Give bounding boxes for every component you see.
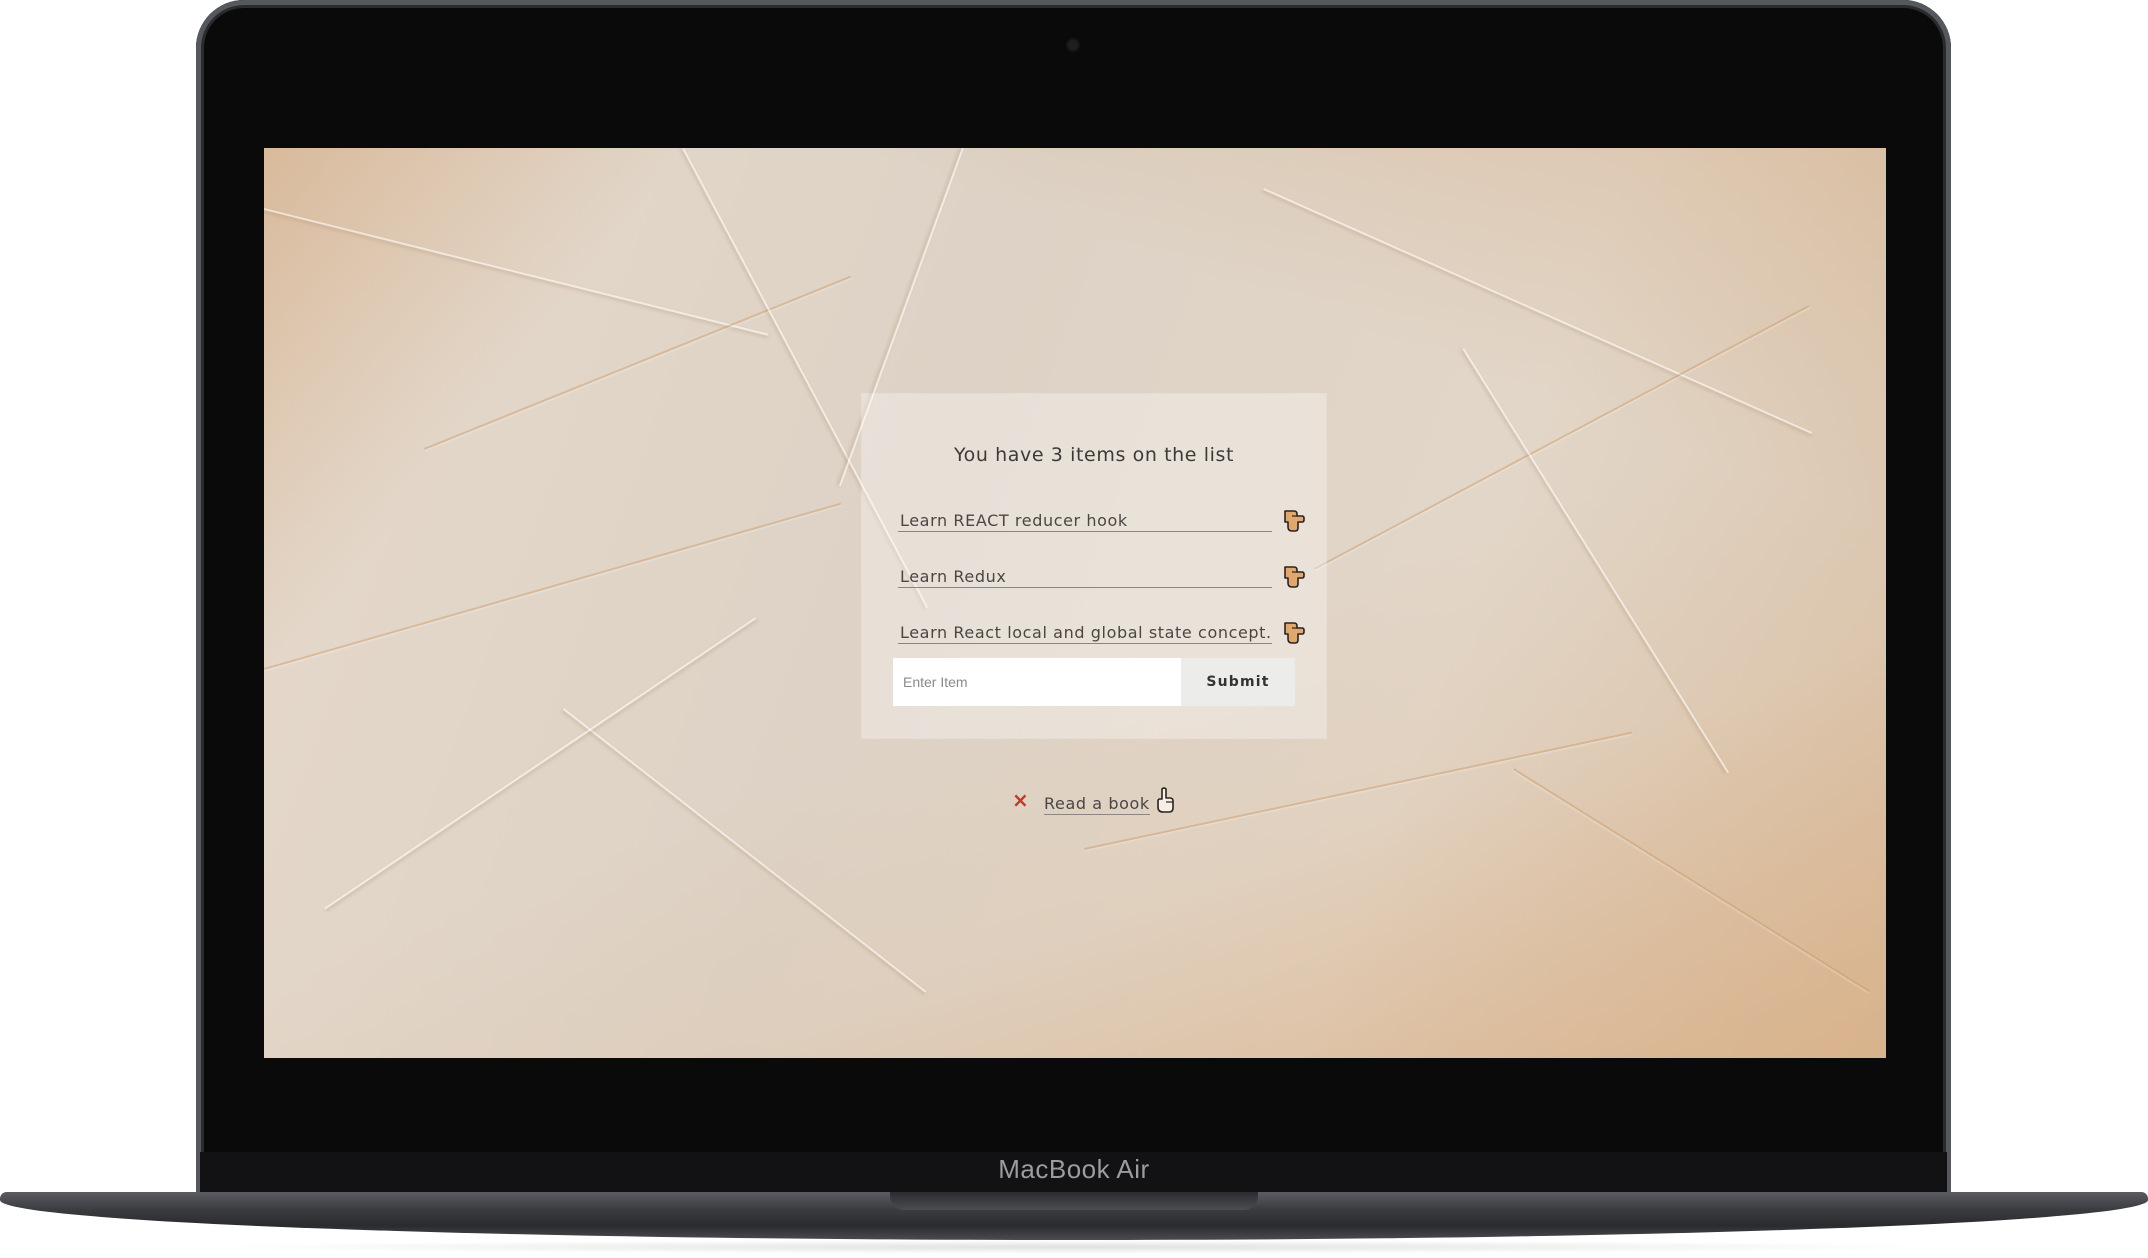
pointing-hand-icon[interactable] — [1280, 508, 1306, 534]
device-brand-label: MacBook Air — [998, 1154, 1150, 1184]
submit-button[interactable]: Submit — [1181, 658, 1295, 706]
delete-icon[interactable]: × — [1012, 788, 1029, 812]
items-count-title: You have 3 items on the list — [953, 444, 1235, 466]
list-item: Learn REACT reducer hook — [898, 503, 1272, 532]
laptop-mockup: MacBook Air You have 3 items on the list… — [0, 0, 2148, 1258]
camera-icon — [1068, 40, 1078, 50]
paper-crease — [324, 617, 757, 910]
paper-crease — [1462, 348, 1729, 774]
paper-crease — [264, 502, 842, 670]
list-item: Learn React local and global state conce… — [898, 615, 1272, 644]
item-input[interactable] — [893, 658, 1181, 706]
screen: You have 3 items on the list Learn REACT… — [264, 148, 1886, 1058]
paper-crease — [1512, 768, 1871, 993]
paper-crease — [562, 708, 927, 993]
pointing-hand-icon[interactable] — [1280, 620, 1306, 646]
list-item-label: Learn REACT reducer hook — [900, 511, 1128, 530]
list-item-label: Learn Redux — [900, 567, 1007, 586]
completed-item-label: Read a book — [1044, 794, 1150, 815]
list-item-label: Learn React local and global state conce… — [900, 623, 1272, 642]
paper-crease — [1314, 305, 1810, 570]
list-item: Learn Redux — [898, 559, 1272, 588]
pointing-up-hand-icon[interactable] — [1154, 786, 1176, 814]
paper-crease — [1263, 188, 1813, 434]
add-item-form: Submit — [893, 658, 1295, 706]
laptop-shadow — [190, 1240, 1958, 1254]
todo-card: You have 3 items on the list Learn REACT… — [862, 394, 1326, 738]
pointing-hand-icon[interactable] — [1280, 564, 1306, 590]
laptop-notch — [890, 1192, 1258, 1210]
paper-crease — [264, 208, 769, 336]
